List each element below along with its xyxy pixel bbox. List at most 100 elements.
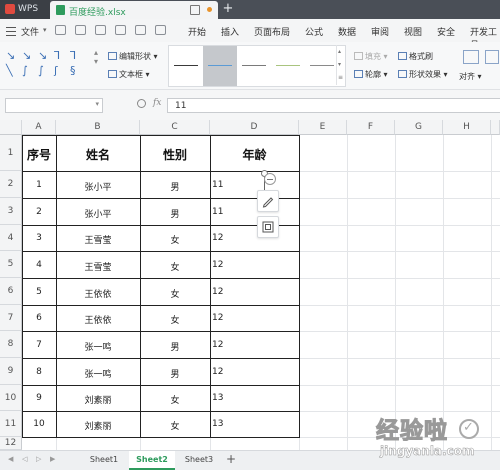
shape-style-gallery[interactable]: [168, 45, 346, 87]
row-header-10[interactable]: 10: [0, 385, 22, 411]
scroll-up-icon[interactable]: ▴: [338, 48, 341, 55]
sheet-nav-first-icon[interactable]: ◀: [8, 455, 13, 463]
print-icon[interactable]: [95, 25, 106, 35]
column-header-b[interactable]: B: [56, 120, 140, 135]
select-all-corner[interactable]: [0, 120, 22, 135]
table-cell[interactable]: 女: [140, 393, 210, 406]
sheet-tab-sheet3[interactable]: Sheet3: [177, 451, 221, 468]
menu-item-view[interactable]: 视图: [404, 25, 422, 38]
table-cell[interactable]: 12: [212, 313, 262, 323]
magnifier-icon[interactable]: [137, 99, 146, 108]
print-preview-icon[interactable]: [115, 25, 126, 35]
formula-input[interactable]: 11: [167, 98, 500, 113]
scribble-icon[interactable]: §: [70, 65, 76, 76]
line-arrow-icon[interactable]: ↘: [38, 50, 47, 61]
column-header-next[interactable]: [491, 120, 500, 135]
sheet-tab-sheet1[interactable]: Sheet1: [82, 451, 126, 468]
edit-shape-float-button[interactable]: [257, 190, 279, 212]
line-arrow-icon[interactable]: ↘: [22, 50, 31, 61]
table-cell[interactable]: 张小平: [56, 207, 140, 220]
style-swatch[interactable]: [271, 46, 305, 86]
column-header-g[interactable]: G: [395, 120, 443, 135]
table-cell[interactable]: 3: [22, 233, 56, 243]
sheet-tab-sheet2[interactable]: Sheet2: [129, 451, 175, 470]
shape-effects-button[interactable]: 形状效果 ▾: [398, 69, 448, 80]
table-cell[interactable]: 女: [140, 260, 210, 273]
add-sheet-button[interactable]: +: [226, 452, 236, 466]
table-cell[interactable]: 男: [140, 367, 210, 380]
style-swatch[interactable]: [169, 46, 203, 86]
row-header-3[interactable]: 3: [0, 198, 22, 225]
format-painter-button[interactable]: 格式刷: [398, 51, 433, 62]
table-cell[interactable]: 男: [140, 207, 210, 220]
table-cell[interactable]: 张一鸣: [56, 367, 140, 380]
sheet-nav-next-icon[interactable]: ▷: [36, 455, 41, 463]
table-cell[interactable]: 张一鸣: [56, 340, 140, 353]
row-header-2[interactable]: 2: [0, 171, 22, 198]
window-restore-icon[interactable]: [190, 5, 200, 15]
gallery-scroll-icon[interactable]: ▴ ▾: [94, 48, 98, 66]
group-icon[interactable]: [485, 50, 499, 64]
row-header-4[interactable]: 4: [0, 225, 22, 251]
scroll-down-icon[interactable]: ▾: [338, 61, 341, 68]
table-cell[interactable]: 12: [212, 340, 262, 350]
table-cell[interactable]: 女: [140, 287, 210, 300]
table-cell[interactable]: 女: [140, 419, 210, 432]
row-header-7[interactable]: 7: [0, 305, 22, 331]
row-header-11[interactable]: 11: [0, 411, 22, 437]
table-cell[interactable]: 男: [140, 340, 210, 353]
table-cell[interactable]: 12: [212, 233, 262, 243]
document-tab[interactable]: 百度经验.xlsx: [50, 1, 218, 19]
gallery-more-icon[interactable]: ≡: [338, 74, 343, 81]
redo-icon[interactable]: [155, 25, 166, 35]
fill-button[interactable]: 填充 ▾: [354, 51, 388, 62]
table-cell[interactable]: 1: [22, 180, 56, 190]
row-header-8[interactable]: 8: [0, 331, 22, 358]
table-cell[interactable]: 女: [140, 233, 210, 246]
shape-style-float-button[interactable]: [257, 216, 279, 238]
table-cell[interactable]: 13: [212, 393, 262, 403]
table-cell[interactable]: 王雪莹: [56, 233, 140, 246]
table-cell[interactable]: 2: [22, 207, 56, 217]
outline-button[interactable]: 轮廓 ▾: [354, 69, 388, 80]
collapse-toolbar-icon[interactable]: [264, 173, 276, 185]
table-cell[interactable]: 12: [212, 287, 262, 297]
table-cell[interactable]: 6: [22, 313, 56, 323]
menu-item-home[interactable]: 开始: [188, 25, 206, 38]
menu-item-insert[interactable]: 插入: [221, 25, 239, 38]
row-header-1[interactable]: 1: [0, 135, 22, 171]
table-cell[interactable]: 张小平: [56, 180, 140, 193]
table-cell[interactable]: 12: [212, 260, 262, 270]
new-tab-button[interactable]: +: [222, 2, 234, 16]
row-header-5[interactable]: 5: [0, 251, 22, 278]
menu-item-page-layout[interactable]: 页面布局: [254, 25, 290, 38]
menu-item-formula[interactable]: 公式: [305, 25, 323, 38]
curve-icon[interactable]: ∫: [22, 65, 28, 76]
table-cell[interactable]: 女: [140, 313, 210, 326]
file-menu[interactable]: 文件: [21, 25, 39, 38]
sheet-nav-prev-icon[interactable]: ◁: [22, 455, 27, 463]
fx-icon[interactable]: fx: [153, 98, 161, 108]
table-cell[interactable]: 7: [22, 340, 56, 350]
curve-icon[interactable]: ∫: [38, 65, 44, 76]
table-header-age[interactable]: 年龄: [210, 146, 299, 163]
wps-home-tab[interactable]: WPS: [0, 0, 50, 19]
table-cell[interactable]: 王依依: [56, 313, 140, 326]
table-cell[interactable]: 4: [22, 260, 56, 270]
column-header-c[interactable]: C: [140, 120, 210, 135]
open-file-icon[interactable]: [55, 25, 66, 35]
freeform-icon[interactable]: ʃ: [54, 65, 58, 76]
table-cell[interactable]: 10: [22, 419, 56, 429]
table-cell[interactable]: 男: [140, 180, 210, 193]
style-swatch[interactable]: [305, 46, 339, 86]
column-header-f[interactable]: F: [347, 120, 395, 135]
table-cell[interactable]: 王依依: [56, 287, 140, 300]
chevron-down-icon[interactable]: ▾: [43, 26, 47, 34]
column-header-a[interactable]: A: [22, 120, 56, 135]
row-header-12[interactable]: 12: [0, 437, 22, 450]
line-icon[interactable]: ╲: [6, 65, 13, 76]
chevron-down-icon[interactable]: ▾: [95, 100, 99, 108]
row-header-9[interactable]: 9: [0, 358, 22, 385]
menu-item-data[interactable]: 数据: [338, 25, 356, 38]
style-swatch[interactable]: [237, 46, 271, 86]
